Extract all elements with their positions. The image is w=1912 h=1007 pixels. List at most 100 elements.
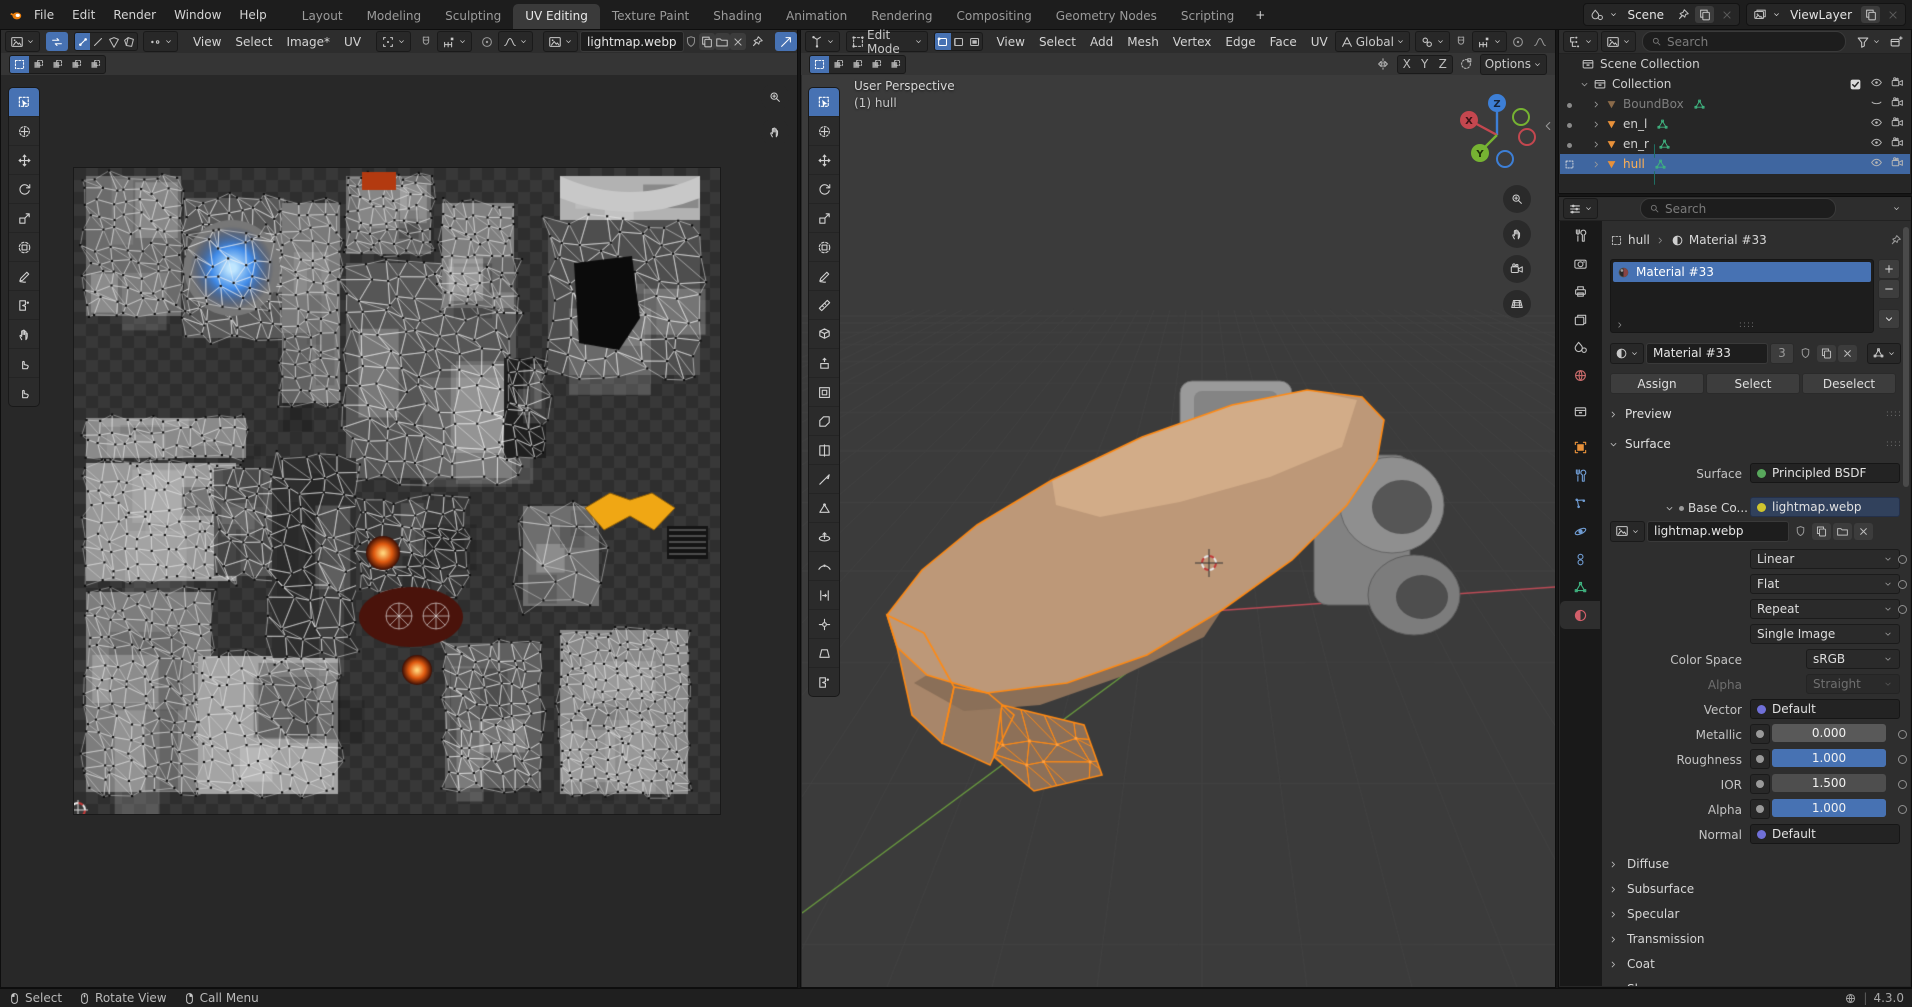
new-viewlayer-button[interactable] [1861, 6, 1880, 23]
viewport-tool-extrude[interactable] [809, 348, 839, 377]
outliner-search-input[interactable]: Search [1642, 31, 1846, 52]
snap-toggle[interactable] [1450, 32, 1472, 51]
pin-icon[interactable] [1673, 6, 1692, 23]
workspace-tab-uv-editing[interactable]: UV Editing [513, 4, 600, 29]
section-sheen[interactable]: Sheen [1608, 978, 1908, 986]
projection-dropdown[interactable]: Flat [1750, 574, 1900, 594]
disclosure-chevron-icon[interactable] [1591, 159, 1602, 170]
selectmode-extend-button[interactable] [29, 56, 48, 73]
material-specials-dropdown[interactable] [1878, 309, 1900, 329]
node-tree-dropdown[interactable] [1867, 343, 1901, 364]
eye-closed-icon[interactable] [1865, 96, 1888, 112]
face-select-button[interactable] [967, 33, 983, 50]
uv-menu-select[interactable]: Select [228, 30, 279, 53]
viewport-tool-scale[interactable] [809, 203, 839, 232]
collection-checkbox[interactable] [1849, 78, 1862, 91]
workspace-tab-geometry-nodes[interactable]: Geometry Nodes [1044, 4, 1169, 29]
metallic-slider[interactable]: 0.000 [1772, 724, 1886, 742]
remove-material-slot-button[interactable] [1878, 279, 1900, 299]
viewport-menu-vertex[interactable]: Vertex [1166, 30, 1219, 53]
viewport-tool-rotate[interactable] [809, 174, 839, 203]
assign-button[interactable]: Assign [1610, 373, 1704, 394]
properties-editor-type-dropdown[interactable] [1563, 198, 1598, 219]
mirror-x-button[interactable]: X [1398, 56, 1416, 73]
viewport-tool-bevel[interactable] [809, 406, 839, 435]
outliner-row-boundbox[interactable]: BoundBox [1560, 94, 1910, 114]
section-subsurface[interactable]: Subsurface [1608, 878, 1908, 900]
image-pin-icon[interactable] [750, 33, 765, 50]
alphamode-dropdown[interactable]: Straight [1806, 674, 1900, 694]
roughness-slider[interactable]: 1.000 [1772, 749, 1886, 767]
viewport-menu-edge[interactable]: Edge [1218, 30, 1262, 53]
workspace-tab-rendering[interactable]: Rendering [859, 4, 944, 29]
image-browse-dropdown[interactable] [1610, 521, 1645, 542]
viewport-tool-smooth[interactable] [809, 551, 839, 580]
deselect-button[interactable]: Deselect [1802, 373, 1896, 394]
selectmode-difference-button[interactable] [67, 56, 86, 73]
selectmode-extend-button[interactable] [829, 56, 848, 73]
camera-restrict-icon[interactable] [1891, 76, 1910, 92]
viewport-tool-measure[interactable] [809, 290, 839, 319]
proportional-edit-toggle[interactable] [1507, 32, 1529, 51]
viewport-editor-type-dropdown[interactable] [805, 31, 840, 52]
uv-pivot-dropdown[interactable] [376, 31, 411, 52]
viewport-canvas[interactable] [802, 75, 1555, 987]
uv-canvas-area[interactable] [2, 75, 797, 987]
properties-search-input[interactable]: Search [1640, 198, 1836, 219]
alpha-slider-toggle[interactable] [1750, 799, 1770, 819]
interpolation-dropdown[interactable]: Linear [1750, 549, 1900, 569]
camera-restrict-icon[interactable] [1891, 96, 1910, 112]
animate-decorator[interactable] [1898, 805, 1907, 814]
viewlayer-name[interactable]: ViewLayer [1784, 8, 1858, 22]
uv-image-browse-dropdown[interactable] [543, 31, 578, 52]
outliner-row-collection[interactable]: Collection [1560, 74, 1910, 94]
uv-tool-transform[interactable] [9, 232, 39, 261]
breadcrumb-object[interactable]: hull [1628, 233, 1650, 247]
properties-tab-modifiers[interactable] [1560, 461, 1600, 489]
properties-tab-object[interactable] [1560, 433, 1600, 461]
viewlayer-selector[interactable]: ViewLayer [1746, 3, 1906, 26]
viewport-menu-mesh[interactable]: Mesh [1120, 30, 1166, 53]
animate-decorator[interactable] [1898, 555, 1907, 564]
snap-pivot-dropdown[interactable] [1415, 31, 1450, 52]
camera-restrict-icon[interactable] [1891, 136, 1910, 152]
new-image-button[interactable] [699, 33, 714, 50]
selectmode-intersect-button[interactable] [886, 56, 905, 73]
menu-file[interactable]: File [25, 0, 63, 29]
workspace-tab-shading[interactable]: Shading [701, 4, 774, 29]
viewport-tool-spin[interactable] [809, 522, 839, 551]
viewport-tool-shrink-fatten[interactable] [809, 609, 839, 638]
selectmode-set-button[interactable] [10, 56, 29, 73]
pin-icon[interactable] [1889, 234, 1902, 247]
workspace-tab-sculpting[interactable]: Sculpting [433, 4, 513, 29]
viewport-tool-rip-region[interactable] [809, 667, 839, 696]
uv-sync-selection-toggle[interactable] [46, 32, 68, 51]
selectmode-subtract-button[interactable] [848, 56, 867, 73]
preview-panel-header[interactable]: Preview:::: [1608, 405, 1902, 423]
alpha-slider[interactable]: 1.000 [1772, 799, 1886, 817]
surface-shader-field[interactable]: Principled BSDF [1750, 463, 1900, 483]
extension-dropdown[interactable]: Repeat [1750, 599, 1900, 619]
viewport-tool-poly-build[interactable] [809, 493, 839, 522]
viewport-tool-transform[interactable] [809, 232, 839, 261]
outliner-new-collection-icon[interactable] [1885, 32, 1907, 51]
uv-tool-select-circle[interactable] [9, 116, 39, 145]
uv-active-tool-arrow-toggle[interactable] [775, 32, 797, 51]
uv-proportional-edit-toggle[interactable] [476, 32, 498, 51]
scene-selector[interactable]: Scene [1583, 3, 1740, 26]
menu-render[interactable]: Render [104, 0, 165, 29]
source-dropdown[interactable]: Single Image [1750, 624, 1900, 644]
uv-image-canvas[interactable] [74, 168, 720, 814]
fake-user-shield-icon[interactable] [684, 33, 699, 50]
viewport-tool-loop-cut[interactable] [809, 435, 839, 464]
animate-decorator[interactable] [1898, 780, 1907, 789]
properties-tab-physics[interactable] [1560, 517, 1600, 545]
navigation-gizmo[interactable]: Z X Y [1455, 89, 1539, 173]
base-color-field[interactable]: lightmap.webp [1750, 497, 1900, 517]
workspace-tab-layout[interactable]: Layout [290, 4, 355, 29]
uv-edge-select-button[interactable] [90, 33, 105, 50]
viewport-menu-uv[interactable]: UV [1304, 30, 1335, 53]
open-image-folder-button[interactable] [715, 33, 730, 50]
vertex-select-button[interactable] [935, 33, 951, 50]
disclosure-chevron-icon[interactable] [1591, 99, 1602, 110]
